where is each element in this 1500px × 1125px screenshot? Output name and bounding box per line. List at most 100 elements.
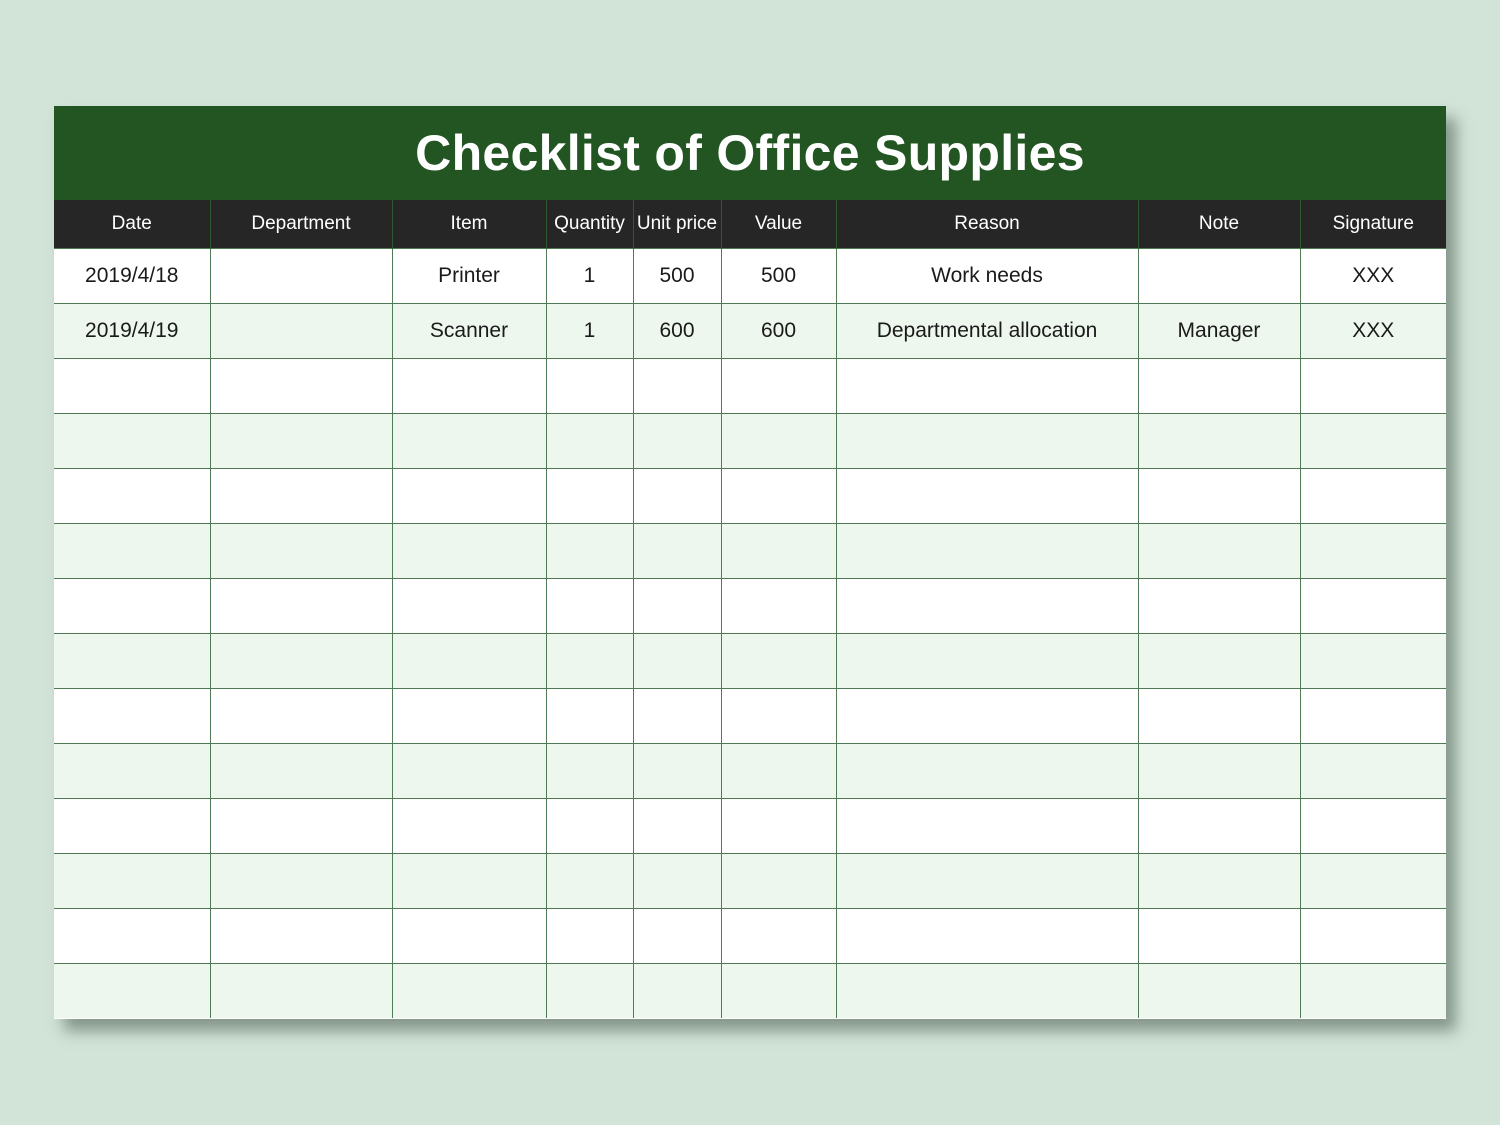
cell-date[interactable] [54,358,211,414]
cell-value[interactable] [720,523,837,579]
cell-item[interactable] [391,633,547,689]
cell-department[interactable] [209,798,393,854]
cell-department[interactable] [209,963,393,1018]
cell-quantity[interactable] [545,798,634,854]
cell-reason[interactable] [835,853,1139,909]
cell-note[interactable]: Manager [1137,303,1301,359]
cell-quantity[interactable] [545,468,634,524]
cell-department[interactable] [209,523,393,579]
cell-unit-price[interactable] [632,633,722,689]
cell-quantity[interactable]: 1 [545,303,634,359]
cell-reason[interactable] [835,413,1139,469]
cell-signature[interactable]: XXX [1299,303,1446,359]
cell-value[interactable]: 600 [720,303,837,359]
cell-quantity[interactable] [545,963,634,1018]
cell-value[interactable] [720,908,837,964]
cell-reason[interactable] [835,578,1139,634]
cell-item[interactable]: Scanner [391,303,547,359]
cell-signature[interactable] [1299,908,1446,964]
cell-signature[interactable] [1299,578,1446,634]
cell-item[interactable] [391,358,547,414]
cell-value[interactable] [720,413,837,469]
cell-item[interactable] [391,798,547,854]
cell-value[interactable] [720,798,837,854]
cell-value[interactable] [720,743,837,799]
cell-item[interactable]: Printer [391,248,547,304]
cell-department[interactable] [209,633,393,689]
cell-note[interactable] [1137,633,1301,689]
cell-value[interactable] [720,633,837,689]
column-header-value[interactable]: Value [720,200,837,249]
cell-note[interactable] [1137,908,1301,964]
cell-note[interactable] [1137,798,1301,854]
cell-item[interactable] [391,468,547,524]
cell-signature[interactable] [1299,798,1446,854]
cell-item[interactable] [391,743,547,799]
cell-note[interactable] [1137,688,1301,744]
cell-reason[interactable] [835,743,1139,799]
cell-department[interactable] [209,303,393,359]
cell-signature[interactable]: XXX [1299,248,1446,304]
cell-unit-price[interactable] [632,908,722,964]
cell-quantity[interactable] [545,578,634,634]
cell-reason[interactable] [835,963,1139,1018]
cell-quantity[interactable] [545,413,634,469]
cell-date[interactable]: 2019/4/19 [54,303,211,359]
cell-date[interactable] [54,963,211,1018]
cell-item[interactable] [391,908,547,964]
cell-department[interactable] [209,853,393,909]
cell-date[interactable] [54,523,211,579]
cell-unit-price[interactable] [632,853,722,909]
cell-date[interactable] [54,908,211,964]
cell-signature[interactable] [1299,633,1446,689]
column-header-department[interactable]: Department [209,200,393,249]
cell-date[interactable] [54,413,211,469]
cell-quantity[interactable] [545,633,634,689]
cell-date[interactable] [54,633,211,689]
cell-item[interactable] [391,688,547,744]
cell-unit-price[interactable] [632,358,722,414]
cell-signature[interactable] [1299,358,1446,414]
cell-unit-price[interactable] [632,468,722,524]
cell-note[interactable] [1137,963,1301,1018]
cell-item[interactable] [391,963,547,1018]
cell-department[interactable] [209,358,393,414]
column-header-unit-price[interactable]: Unit price [632,200,722,249]
cell-unit-price[interactable] [632,798,722,854]
cell-date[interactable] [54,798,211,854]
cell-department[interactable] [209,413,393,469]
cell-date[interactable]: 2019/4/18 [54,248,211,304]
cell-reason[interactable]: Work needs [835,248,1139,304]
cell-reason[interactable] [835,633,1139,689]
cell-department[interactable] [209,468,393,524]
cell-value[interactable] [720,963,837,1018]
cell-reason[interactable]: Departmental allocation [835,303,1139,359]
cell-reason[interactable] [835,358,1139,414]
cell-unit-price[interactable] [632,688,722,744]
cell-signature[interactable] [1299,523,1446,579]
cell-quantity[interactable] [545,523,634,579]
cell-note[interactable] [1137,743,1301,799]
cell-signature[interactable] [1299,688,1446,744]
cell-signature[interactable] [1299,413,1446,469]
column-header-date[interactable]: Date [54,200,211,249]
cell-unit-price[interactable] [632,523,722,579]
column-header-note[interactable]: Note [1137,200,1301,249]
cell-quantity[interactable] [545,358,634,414]
cell-item[interactable] [391,413,547,469]
cell-value[interactable] [720,468,837,524]
cell-value[interactable] [720,358,837,414]
cell-note[interactable] [1137,578,1301,634]
cell-note[interactable] [1137,523,1301,579]
cell-date[interactable] [54,853,211,909]
cell-note[interactable] [1137,248,1301,304]
cell-quantity[interactable] [545,853,634,909]
cell-quantity[interactable] [545,908,634,964]
cell-department[interactable] [209,578,393,634]
cell-reason[interactable] [835,798,1139,854]
cell-date[interactable] [54,468,211,524]
cell-item[interactable] [391,853,547,909]
cell-signature[interactable] [1299,468,1446,524]
cell-unit-price[interactable]: 500 [632,248,722,304]
cell-item[interactable] [391,523,547,579]
